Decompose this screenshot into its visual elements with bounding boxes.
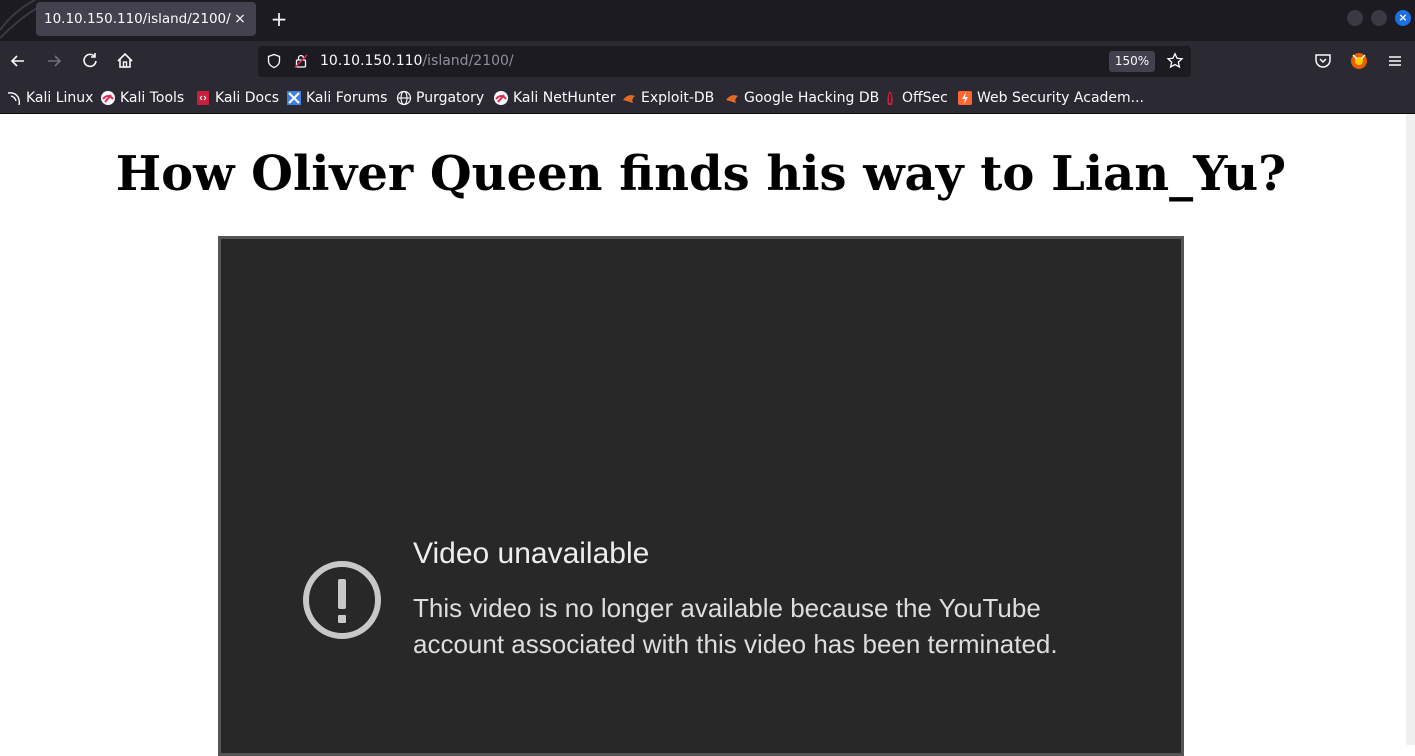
kali-forums-icon: [287, 91, 301, 105]
bookmark-kali-nethunter[interactable]: Kali NetHunter: [493, 89, 615, 107]
home-button[interactable]: [114, 50, 136, 72]
bookmark-label: Google Hacking DB: [744, 90, 880, 106]
portswigger-icon: [958, 91, 972, 105]
ghdb-icon: [726, 95, 738, 103]
insecure-lock-icon[interactable]: [293, 53, 309, 69]
bookmark-label: Web Security Academ...: [977, 90, 1145, 106]
kali-dragon-icon: [7, 92, 21, 106]
bookmark-label: Kali Docs: [215, 90, 280, 106]
kali-wallpaper-decoration: [0, 0, 40, 39]
warning-circle-icon: [303, 561, 381, 639]
bookmark-label: OffSec: [902, 90, 948, 106]
bookmark-kali-forums[interactable]: Kali Forums: [286, 89, 387, 107]
bookmark-exploit-db[interactable]: Exploit-DB: [621, 89, 714, 107]
maximize-button[interactable]: [1371, 10, 1387, 26]
pocket-icon[interactable]: [1313, 51, 1333, 71]
tab-close-icon[interactable]: ×: [232, 11, 248, 27]
bookmark-kali-linux[interactable]: Kali Linux: [6, 89, 93, 107]
url-host: 10.10.150.110: [320, 53, 423, 69]
minimize-button[interactable]: [1347, 10, 1363, 26]
url-text[interactable]: 10.10.150.110/island/2100/: [320, 53, 514, 69]
bookmark-offsec[interactable]: OffSec: [882, 89, 948, 107]
hamburger-menu-icon[interactable]: [1385, 51, 1405, 71]
page-viewport: How Oliver Queen finds his way to Lian_Y…: [0, 114, 1415, 756]
bookmark-label: Kali Linux: [26, 90, 94, 106]
globe-icon: [396, 90, 412, 106]
bookmark-label: Kali NetHunter: [513, 90, 616, 106]
kali-nethunter-icon: [494, 91, 508, 105]
video-unavailable-title: Video unavailable: [413, 537, 650, 570]
window-close-button[interactable]: ×: [1395, 10, 1411, 26]
tab-title: 10.10.150.110/island/2100/: [44, 11, 231, 27]
youtube-embed[interactable]: Video unavailable This video is no longe…: [218, 236, 1184, 756]
video-unavailable-message: This video is no longer available becaus…: [413, 593, 1058, 659]
bookmark-label: Kali Forums: [306, 90, 388, 106]
extension-fox-icon[interactable]: [1349, 51, 1369, 71]
tab-active[interactable]: 10.10.150.110/island/2100/ ×: [36, 2, 256, 36]
page-scrollbar[interactable]: [1406, 114, 1415, 745]
page-title: How Oliver Queen finds his way to Lian_Y…: [115, 146, 1287, 202]
forward-button[interactable]: [43, 50, 65, 72]
bookmark-star-icon[interactable]: [1166, 52, 1184, 70]
url-path: /island/2100/: [422, 53, 514, 69]
tracking-protection-shield-icon[interactable]: [266, 53, 282, 69]
bookmarks-toolbar: Kali Linux Kali Tools Kali Docs Kali For…: [0, 81, 1415, 114]
bookmark-kali-tools[interactable]: Kali Tools: [100, 89, 184, 107]
bookmark-google-hacking-db[interactable]: Google Hacking DB: [724, 89, 879, 107]
offsec-icon: [887, 91, 893, 105]
bookmark-label: Exploit-DB: [641, 90, 715, 106]
bookmark-label: Purgatory: [416, 90, 485, 106]
bookmark-kali-docs[interactable]: Kali Docs: [195, 89, 279, 107]
home-icon: [117, 52, 133, 68]
new-tab-button[interactable]: +: [268, 8, 290, 30]
reload-icon: [83, 53, 97, 68]
exploit-db-icon: [623, 95, 635, 103]
bookmark-label: Kali Tools: [120, 90, 185, 106]
zoom-level-badge[interactable]: 150%: [1109, 51, 1155, 72]
back-arrow-icon: [10, 55, 24, 67]
kali-tools-icon: [101, 91, 115, 105]
reload-button[interactable]: [79, 50, 101, 72]
tab-strip: 10.10.150.110/island/2100/ × + ×: [0, 0, 1415, 41]
forward-arrow-icon: [48, 55, 62, 67]
bookmark-purgatory[interactable]: Purgatory: [396, 89, 484, 107]
kali-docs-icon: [197, 91, 209, 105]
bookmark-web-security-academy[interactable]: Web Security Academ...: [957, 89, 1144, 107]
navigation-toolbar: 10.10.150.110/island/2100/ 150%: [0, 41, 1415, 81]
back-button[interactable]: [7, 50, 29, 72]
address-bar[interactable]: 10.10.150.110/island/2100/ 150%: [258, 46, 1191, 77]
